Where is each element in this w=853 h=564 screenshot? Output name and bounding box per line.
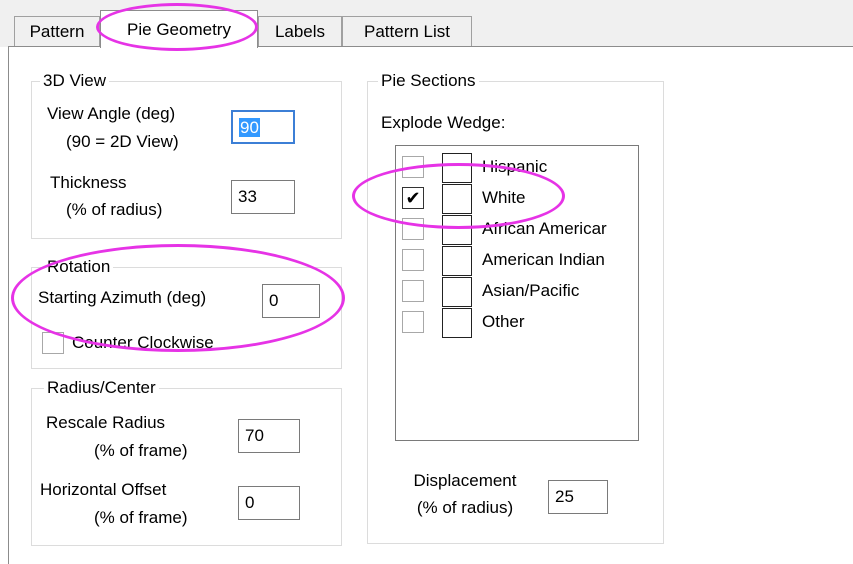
list-item[interactable]: African Americar: [396, 214, 638, 245]
starting-azimuth-input[interactable]: 0: [262, 284, 320, 318]
rescale-radius-label: Rescale Radius: [46, 413, 166, 432]
rescale-radius-input[interactable]: 70: [238, 419, 300, 453]
wedge-name: Hispanic: [482, 157, 548, 176]
counter-clockwise-label: Counter Clockwise: [72, 333, 214, 352]
thickness-hint: (% of radius): [66, 200, 163, 219]
wedge-color-swatch[interactable]: [442, 153, 472, 183]
wedge-name: African Americar: [482, 219, 607, 238]
explode-wedge-list[interactable]: Hispanic ✔ White African Americar Americ…: [395, 145, 639, 441]
list-item[interactable]: Other: [396, 307, 638, 338]
wedge-checkbox[interactable]: [402, 218, 424, 240]
view-angle-value: 90: [239, 118, 260, 137]
counter-clockwise-checkbox[interactable]: [42, 332, 64, 354]
tab-pattern-list[interactable]: Pattern List: [342, 16, 472, 46]
list-item[interactable]: ✔ White: [396, 183, 638, 214]
explode-wedge-label: Explode Wedge:: [381, 113, 506, 132]
wedge-name: Other: [482, 312, 525, 331]
wedge-name: White: [482, 188, 526, 207]
starting-azimuth-label: Starting Azimuth (deg): [38, 288, 207, 307]
displacement-hint: (% of radius): [416, 498, 514, 517]
thickness-label: Thickness: [50, 173, 127, 192]
wedge-color-swatch[interactable]: [442, 215, 472, 245]
wedge-checkbox[interactable]: ✔: [402, 187, 424, 209]
wedge-color-swatch[interactable]: [442, 308, 472, 338]
wedge-color-swatch[interactable]: [442, 277, 472, 307]
view-angle-label: View Angle (deg): [47, 104, 176, 123]
list-item[interactable]: Hispanic: [396, 152, 638, 183]
group-pie-sections-title: Pie Sections: [378, 71, 479, 91]
group-radius-center-title: Radius/Center: [44, 378, 159, 398]
tab-pattern-label: Pattern: [29, 21, 85, 41]
horizontal-offset-label: Horizontal Offset: [40, 480, 167, 499]
view-angle-input[interactable]: 90: [231, 110, 295, 144]
group-3d-view-title: 3D View: [40, 71, 109, 91]
thickness-input[interactable]: 33: [231, 180, 295, 214]
wedge-color-swatch[interactable]: [442, 184, 472, 214]
displacement-label: Displacement: [413, 471, 517, 490]
horizontal-offset-input[interactable]: 0: [238, 486, 300, 520]
tab-pattern-list-label: Pattern List: [364, 21, 450, 41]
wedge-checkbox[interactable]: [402, 156, 424, 178]
wedge-color-swatch[interactable]: [442, 246, 472, 276]
displacement-input[interactable]: 25: [548, 480, 608, 514]
tab-labels[interactable]: Labels: [258, 16, 342, 46]
list-item[interactable]: American Indian: [396, 245, 638, 276]
wedge-checkbox[interactable]: [402, 311, 424, 333]
view-angle-hint: (90 = 2D View): [66, 132, 179, 151]
wedge-checkbox[interactable]: [402, 280, 424, 302]
wedge-name: Asian/Pacific: [482, 281, 580, 300]
wedge-checkbox[interactable]: [402, 249, 424, 271]
group-rotation-title: Rotation: [44, 257, 114, 277]
tab-pie-geometry[interactable]: Pie Geometry: [100, 10, 258, 48]
wedge-name: American Indian: [482, 250, 605, 269]
horizontal-offset-hint: (% of frame): [94, 508, 188, 527]
rescale-radius-hint: (% of frame): [94, 441, 188, 460]
list-item[interactable]: Asian/Pacific: [396, 276, 638, 307]
tab-labels-label: Labels: [274, 21, 326, 41]
tab-pie-geometry-label: Pie Geometry: [127, 19, 231, 39]
tab-pattern[interactable]: Pattern: [14, 16, 100, 46]
